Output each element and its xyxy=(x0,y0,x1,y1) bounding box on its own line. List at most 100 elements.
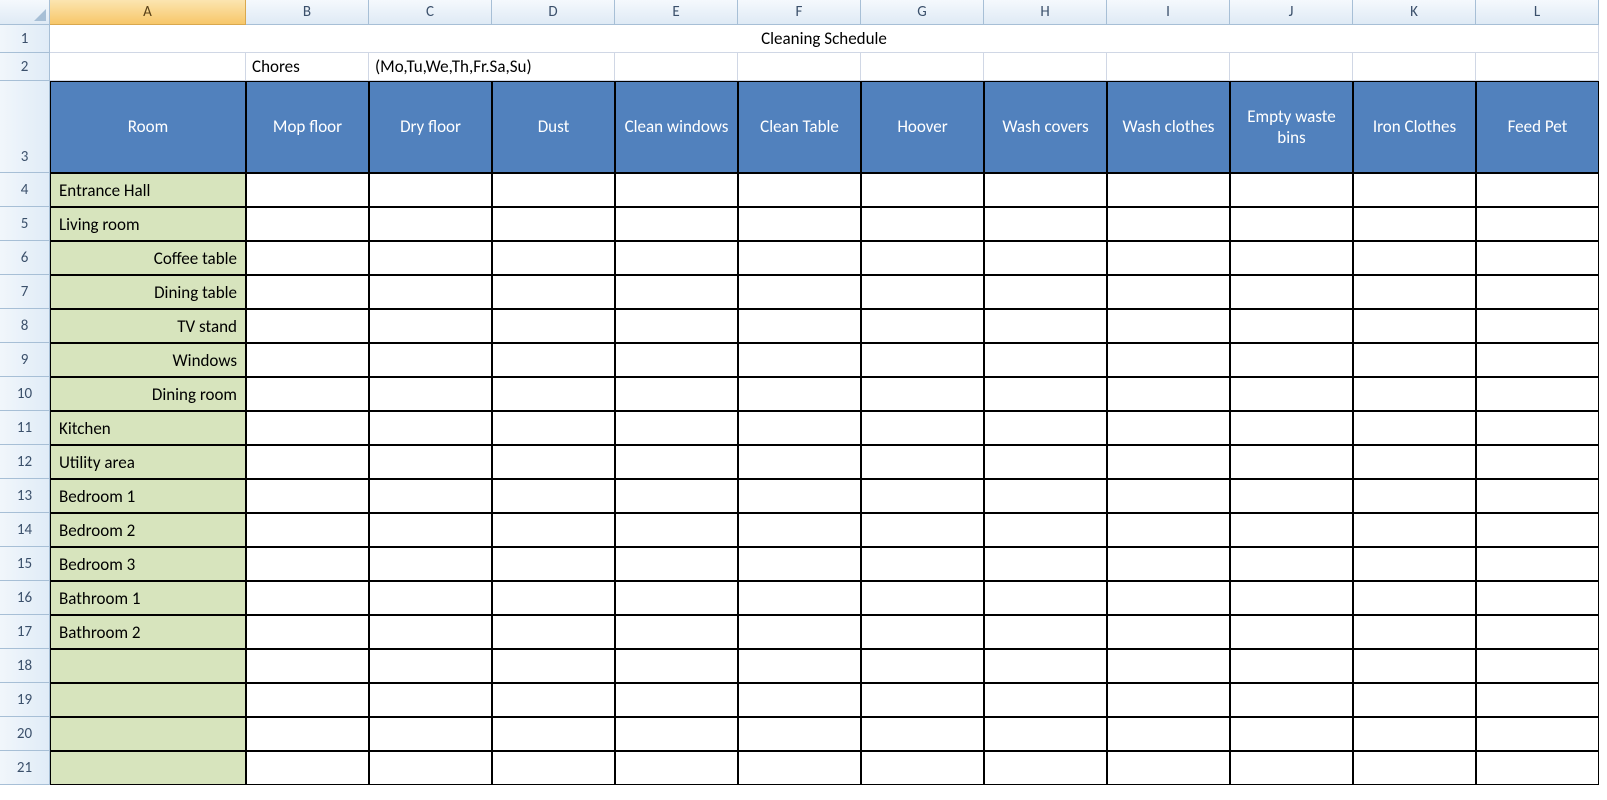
cell-b10[interactable] xyxy=(246,377,369,411)
cell-i11[interactable] xyxy=(1107,411,1230,445)
cell-i17[interactable] xyxy=(1107,615,1230,649)
table-header-dust[interactable]: Dust xyxy=(492,81,615,173)
cell-f10[interactable] xyxy=(738,377,861,411)
column-header-i[interactable]: I xyxy=(1107,0,1230,25)
cell-e5[interactable] xyxy=(615,207,738,241)
cell-c11[interactable] xyxy=(369,411,492,445)
cell-row2-empty[interactable] xyxy=(738,53,861,81)
cell-f19[interactable] xyxy=(738,683,861,717)
cell-h18[interactable] xyxy=(984,649,1107,683)
cell-l15[interactable] xyxy=(1476,547,1599,581)
cell-a2[interactable] xyxy=(50,53,246,81)
cell-j19[interactable] xyxy=(1230,683,1353,717)
row-header-12[interactable]: 12 xyxy=(0,445,50,479)
column-header-c[interactable]: C xyxy=(369,0,492,25)
cell-l10[interactable] xyxy=(1476,377,1599,411)
cell-h17[interactable] xyxy=(984,615,1107,649)
cell-l8[interactable] xyxy=(1476,309,1599,343)
room-label-row-4[interactable]: Entrance Hall xyxy=(50,173,246,207)
cell-d21[interactable] xyxy=(492,751,615,785)
cell-j7[interactable] xyxy=(1230,275,1353,309)
cell-g21[interactable] xyxy=(861,751,984,785)
cell-i19[interactable] xyxy=(1107,683,1230,717)
cell-g11[interactable] xyxy=(861,411,984,445)
cell-g4[interactable] xyxy=(861,173,984,207)
room-label-row-18[interactable] xyxy=(50,649,246,683)
cell-l6[interactable] xyxy=(1476,241,1599,275)
room-label-row-9[interactable]: Windows xyxy=(50,343,246,377)
cell-c18[interactable] xyxy=(369,649,492,683)
cell-k15[interactable] xyxy=(1353,547,1476,581)
cell-i12[interactable] xyxy=(1107,445,1230,479)
cell-l21[interactable] xyxy=(1476,751,1599,785)
spreadsheet-grid[interactable]: ABCDEFGHIJKL1Cleaning Schedule2Chores(Mo… xyxy=(0,0,1607,785)
cell-j16[interactable] xyxy=(1230,581,1353,615)
cell-d10[interactable] xyxy=(492,377,615,411)
cell-c4[interactable] xyxy=(369,173,492,207)
cell-l18[interactable] xyxy=(1476,649,1599,683)
cell-c9[interactable] xyxy=(369,343,492,377)
cell-k13[interactable] xyxy=(1353,479,1476,513)
cell-c2-days[interactable]: (Mo,Tu,We,Th,Fr.Sa,Su) xyxy=(369,53,615,81)
cell-d13[interactable] xyxy=(492,479,615,513)
cell-b16[interactable] xyxy=(246,581,369,615)
cell-h16[interactable] xyxy=(984,581,1107,615)
cell-i4[interactable] xyxy=(1107,173,1230,207)
cell-f9[interactable] xyxy=(738,343,861,377)
cell-row2-empty[interactable] xyxy=(615,53,738,81)
cell-d16[interactable] xyxy=(492,581,615,615)
cell-c17[interactable] xyxy=(369,615,492,649)
cell-b20[interactable] xyxy=(246,717,369,751)
cell-k7[interactable] xyxy=(1353,275,1476,309)
cell-g20[interactable] xyxy=(861,717,984,751)
cell-e19[interactable] xyxy=(615,683,738,717)
row-header-19[interactable]: 19 xyxy=(0,683,50,717)
cell-g19[interactable] xyxy=(861,683,984,717)
row-header-3[interactable]: 3 xyxy=(0,81,50,173)
cell-row2-empty[interactable] xyxy=(1353,53,1476,81)
cell-i16[interactable] xyxy=(1107,581,1230,615)
table-header-wash-covers[interactable]: Wash covers xyxy=(984,81,1107,173)
cell-k10[interactable] xyxy=(1353,377,1476,411)
cell-c6[interactable] xyxy=(369,241,492,275)
cell-j21[interactable] xyxy=(1230,751,1353,785)
cell-d14[interactable] xyxy=(492,513,615,547)
cell-f15[interactable] xyxy=(738,547,861,581)
table-header-clean-table[interactable]: Clean Table xyxy=(738,81,861,173)
cell-e11[interactable] xyxy=(615,411,738,445)
cell-b6[interactable] xyxy=(246,241,369,275)
cell-b2-chores[interactable]: Chores xyxy=(246,53,369,81)
room-label-row-13[interactable]: Bedroom 1 xyxy=(50,479,246,513)
column-header-g[interactable]: G xyxy=(861,0,984,25)
cell-j6[interactable] xyxy=(1230,241,1353,275)
cell-row2-empty[interactable] xyxy=(1230,53,1353,81)
cell-e10[interactable] xyxy=(615,377,738,411)
cell-c19[interactable] xyxy=(369,683,492,717)
room-label-row-15[interactable]: Bedroom 3 xyxy=(50,547,246,581)
room-label-row-7[interactable]: Dining table xyxy=(50,275,246,309)
cell-f13[interactable] xyxy=(738,479,861,513)
cell-l11[interactable] xyxy=(1476,411,1599,445)
cell-g16[interactable] xyxy=(861,581,984,615)
cell-d20[interactable] xyxy=(492,717,615,751)
table-header-room[interactable]: Room xyxy=(50,81,246,173)
room-label-row-20[interactable] xyxy=(50,717,246,751)
cell-j20[interactable] xyxy=(1230,717,1353,751)
cell-d12[interactable] xyxy=(492,445,615,479)
cell-h21[interactable] xyxy=(984,751,1107,785)
cell-f11[interactable] xyxy=(738,411,861,445)
room-label-row-6[interactable]: Coffee table xyxy=(50,241,246,275)
cell-g12[interactable] xyxy=(861,445,984,479)
cell-e18[interactable] xyxy=(615,649,738,683)
cell-d9[interactable] xyxy=(492,343,615,377)
cell-k12[interactable] xyxy=(1353,445,1476,479)
cell-c13[interactable] xyxy=(369,479,492,513)
cell-j5[interactable] xyxy=(1230,207,1353,241)
cell-g7[interactable] xyxy=(861,275,984,309)
cell-c12[interactable] xyxy=(369,445,492,479)
cell-c16[interactable] xyxy=(369,581,492,615)
cell-h11[interactable] xyxy=(984,411,1107,445)
row-header-9[interactable]: 9 xyxy=(0,343,50,377)
row-header-4[interactable]: 4 xyxy=(0,173,50,207)
cell-f8[interactable] xyxy=(738,309,861,343)
